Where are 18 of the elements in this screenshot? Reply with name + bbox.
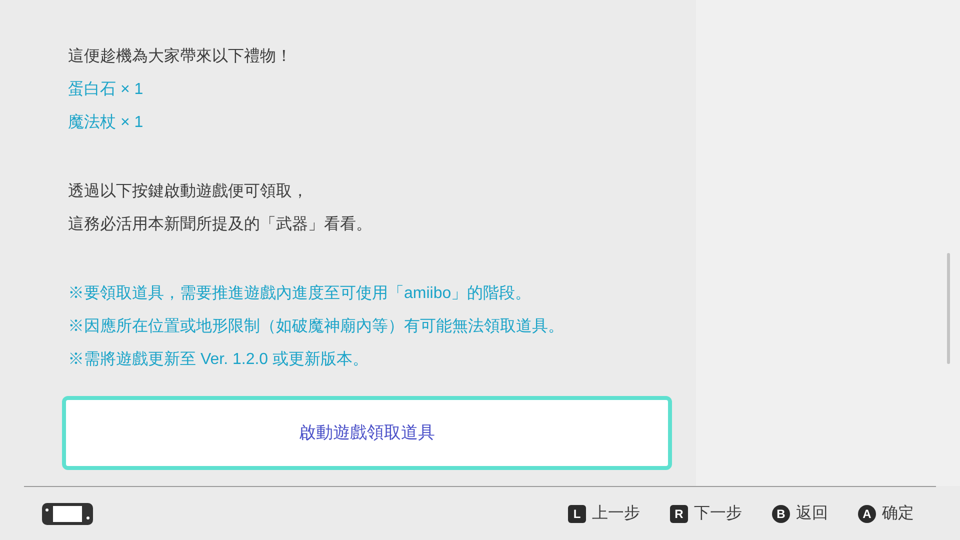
body-text: ※要領取道具，需要推進遊戲內進度至可使用「amiibo」的階段。 [68, 284, 532, 304]
body-text: 蛋白石 × 1 [68, 80, 144, 100]
hint-label: 返回 [796, 504, 828, 524]
body-text: ※因應所在位置或地形限制（如破魔神廟內等）有可能無法領取道具。 [68, 316, 565, 337]
console-icon [41, 502, 94, 526]
hint-label: 确定 [882, 504, 914, 524]
key-icon: B [772, 504, 790, 522]
hint-label: 上一步 [592, 504, 640, 524]
hint-label: 下一步 [694, 504, 742, 524]
body-text: 透過以下按鍵啟動遊戲便可領取， [68, 182, 309, 202]
body-text: 魔法杖 × 1 [68, 112, 144, 133]
key-icon: R [670, 504, 688, 522]
key-icon: A [858, 504, 876, 522]
key-icon: L [568, 504, 586, 522]
body-text: 這便趁機為大家帶來以下禮物！ [68, 46, 293, 67]
claim-items-button[interactable]: 啟動遊戲領取道具 [62, 396, 672, 470]
body-text: 這務必活用本新聞所提及的「武器」看看。 [68, 214, 373, 235]
body-text: ※需將遊戲更新至 Ver. 1.2.0 或更新版本。 [68, 350, 370, 370]
